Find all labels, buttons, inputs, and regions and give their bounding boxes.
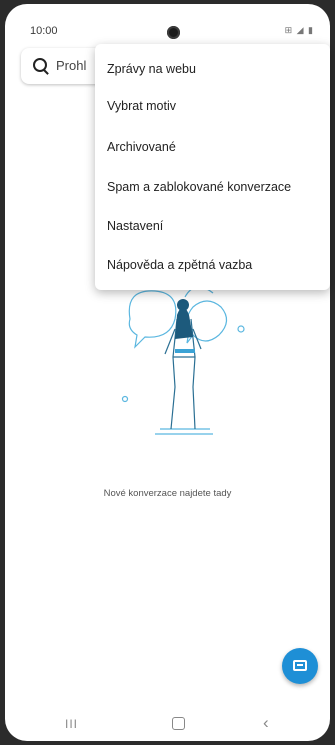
search-placeholder: Prohl (56, 58, 87, 73)
menu-item-choose-theme[interactable]: Vybrat motiv (107, 99, 176, 113)
recent-apps-button[interactable]: III (65, 717, 78, 731)
start-chat-button[interactable] (282, 648, 318, 684)
overflow-menu: Zprávy na webu Vybrat motiv Archivované … (95, 44, 330, 290)
menu-item-help-feedback[interactable]: Nápověda a zpětná vazba (107, 258, 252, 272)
empty-state-message: Nové konverzace najdete tady (103, 488, 232, 499)
front-camera (167, 26, 180, 39)
menu-item-spam-blocked[interactable]: Spam a zablokované konverzace (107, 180, 291, 194)
status-time: 10:00 (30, 25, 58, 37)
menu-item-archived[interactable]: Archivované (107, 140, 176, 154)
back-button[interactable]: ‹ (263, 713, 269, 733)
new-message-icon (293, 660, 307, 671)
status-icons: ⊞ ◢ ▮ (284, 25, 314, 35)
menu-item-settings[interactable]: Nastavení (107, 219, 163, 233)
navigation-bar: III ‹ (5, 704, 330, 741)
search-icon (33, 58, 47, 72)
menu-item-messages-for-web[interactable]: Zprávy na webu (107, 62, 196, 76)
home-button[interactable] (172, 717, 185, 730)
